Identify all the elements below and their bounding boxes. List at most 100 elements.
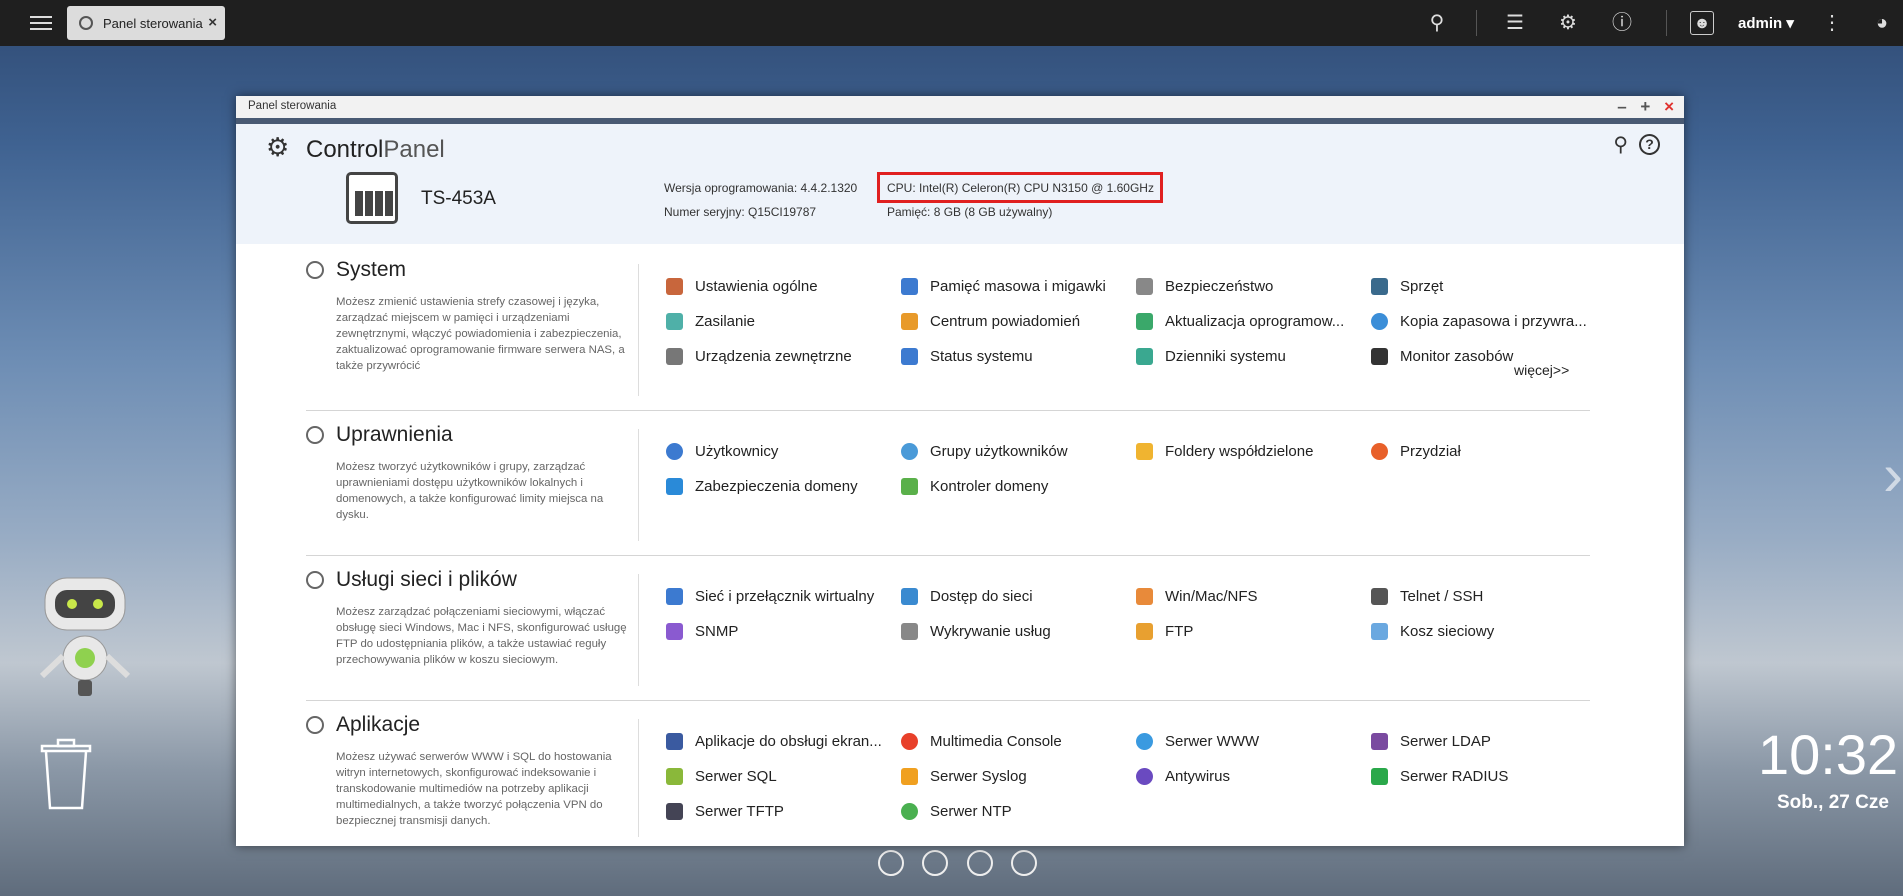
item-ldap-server[interactable]: Serwer LDAP bbox=[1371, 733, 1601, 750]
dashboard-icon[interactable]: ◕ bbox=[1870, 11, 1894, 35]
ldap-icon bbox=[1371, 733, 1388, 750]
section-network-file-services: Usługi sieci i plików Możesz zarządzać p… bbox=[306, 556, 1590, 701]
control-panel-body: System Możesz zmienić ustawienia strefy … bbox=[306, 246, 1590, 846]
item-external-devices[interactable]: Urządzenia zewnętrzne bbox=[666, 348, 896, 365]
more-options-icon[interactable]: ⋮ bbox=[1820, 11, 1844, 35]
section-description: Możesz zarządzać połączeniami sieciowymi… bbox=[336, 606, 627, 666]
background-tasks-icon[interactable]: ☰ bbox=[1503, 11, 1527, 35]
section-applications: Aplikacje Możesz używać serwerów WWW i S… bbox=[306, 701, 1590, 846]
item-security[interactable]: Bezpieczeństwo bbox=[1136, 278, 1366, 295]
item-network-recycle-bin[interactable]: Kosz sieciowy bbox=[1371, 623, 1601, 640]
section-title: System bbox=[336, 258, 407, 281]
task-tab-control-panel[interactable]: Panel sterowania × bbox=[67, 6, 225, 40]
close-icon[interactable]: × bbox=[208, 14, 217, 31]
more-link[interactable]: więcej>> bbox=[1514, 362, 1569, 378]
quota-pie-icon bbox=[1371, 443, 1388, 460]
clock-icon bbox=[901, 803, 918, 820]
monitor-icon bbox=[901, 348, 918, 365]
divider bbox=[638, 264, 639, 396]
item-win-mac-nfs[interactable]: Win/Mac/NFS bbox=[1136, 588, 1366, 605]
group-icon bbox=[901, 443, 918, 460]
section-privileges: Uprawnienia Możesz tworzyć użytkowników … bbox=[306, 411, 1590, 556]
folder-icon bbox=[1136, 443, 1153, 460]
main-menu-icon[interactable] bbox=[28, 12, 54, 34]
window-titlebar[interactable]: Panel sterowania – + × bbox=[236, 96, 1684, 118]
item-domain-security[interactable]: Zabezpieczenia domeny bbox=[666, 478, 896, 495]
item-service-discovery[interactable]: Wykrywanie usług bbox=[901, 623, 1131, 640]
item-telnet-ssh[interactable]: Telnet / SSH bbox=[1371, 588, 1601, 605]
item-user-groups[interactable]: Grupy użytkowników bbox=[901, 443, 1131, 460]
apps-icon bbox=[306, 716, 324, 734]
item-domain-controller[interactable]: Kontroler domeny bbox=[901, 478, 1131, 495]
help-icon[interactable]: ? bbox=[1639, 134, 1660, 155]
mail-icon bbox=[901, 768, 918, 785]
section-title: Aplikacje bbox=[336, 713, 421, 736]
item-storage-snapshots[interactable]: Pamięć masowa i migawki bbox=[901, 278, 1131, 295]
item-shared-folders[interactable]: Foldery współdzielone bbox=[1136, 443, 1366, 460]
item-network-virtual-switch[interactable]: Sieć i przełącznik wirtualny bbox=[666, 588, 896, 605]
control-panel-window: Panel sterowania – + × ⚙ ControlPanel ⚲ … bbox=[236, 96, 1684, 846]
item-notification-center[interactable]: Centrum powiadomień bbox=[901, 313, 1131, 330]
trash-bin-icon[interactable] bbox=[38, 738, 94, 812]
item-network-access[interactable]: Dostęp do sieci bbox=[901, 588, 1131, 605]
minimize-icon[interactable]: – bbox=[1617, 97, 1626, 116]
item-display-apps[interactable]: Aplikacje do obsługi ekran... bbox=[666, 733, 896, 750]
tools-icon[interactable] bbox=[922, 850, 949, 876]
app-center-icon[interactable] bbox=[966, 850, 993, 876]
item-syslog-server[interactable]: Serwer Syslog bbox=[901, 768, 1131, 785]
item-system-logs[interactable]: Dzienniki systemu bbox=[1136, 348, 1366, 365]
user-menu[interactable]: admin ▾ bbox=[1738, 14, 1794, 32]
myqnapcloud-icon[interactable] bbox=[878, 850, 904, 876]
database-icon bbox=[666, 768, 683, 785]
network-access-icon bbox=[901, 588, 918, 605]
cpu-highlight-box bbox=[877, 172, 1163, 203]
qnap-assistant-robot-icon[interactable] bbox=[30, 576, 140, 706]
serial-info: Numer seryjny: Q15CI19787 bbox=[664, 205, 817, 219]
item-quota[interactable]: Przydział bbox=[1371, 443, 1601, 460]
maximize-icon[interactable]: + bbox=[1640, 97, 1650, 116]
external-device-icon bbox=[666, 348, 683, 365]
nas-device-icon bbox=[346, 172, 398, 224]
item-ftp[interactable]: FTP bbox=[1136, 623, 1366, 640]
user-avatar-icon[interactable]: ☻ bbox=[1690, 11, 1714, 35]
divider bbox=[1476, 10, 1477, 36]
item-antivirus[interactable]: Antywirus bbox=[1136, 768, 1366, 785]
firmware-info: Wersja oprogramowania: 4.4.2.1320 bbox=[664, 181, 858, 195]
discovery-icon bbox=[901, 623, 918, 640]
taskbar: Panel sterowania × ⚲ ☰ ⚙ ⓘ ☻ admin ▾ ⋮ ◕ bbox=[0, 0, 1903, 46]
notes-icon[interactable] bbox=[1011, 850, 1038, 876]
bar-chart-icon bbox=[666, 623, 683, 640]
section-title: Uprawnienia bbox=[336, 423, 453, 446]
antivirus-icon bbox=[1136, 768, 1153, 785]
search-icon[interactable]: ⚲ bbox=[1613, 132, 1628, 157]
update-icon bbox=[1136, 313, 1153, 330]
lock-icon bbox=[1136, 278, 1153, 295]
item-multimedia-console[interactable]: Multimedia Console bbox=[901, 733, 1131, 750]
close-icon[interactable]: × bbox=[1664, 97, 1674, 116]
user-icon bbox=[666, 443, 683, 460]
bulb-icon bbox=[666, 313, 683, 330]
item-general-settings[interactable]: Ustawienia ogólne bbox=[666, 278, 896, 295]
item-system-status[interactable]: Status systemu bbox=[901, 348, 1131, 365]
info-icon[interactable]: ⓘ bbox=[1610, 11, 1634, 35]
globe-icon bbox=[306, 571, 324, 589]
item-firmware-update[interactable]: Aktualizacja oprogramow... bbox=[1136, 313, 1366, 330]
item-tftp-server[interactable]: Serwer TFTP bbox=[666, 803, 896, 820]
item-ntp-server[interactable]: Serwer NTP bbox=[901, 803, 1131, 820]
item-users[interactable]: Użytkownicy bbox=[666, 443, 896, 460]
item-hardware[interactable]: Sprzęt bbox=[1371, 278, 1601, 295]
item-power[interactable]: Zasilanie bbox=[666, 313, 896, 330]
display-icon bbox=[666, 733, 683, 750]
gear-icon bbox=[306, 261, 324, 279]
item-backup-restore[interactable]: Kopia zapasowa i przywra... bbox=[1371, 313, 1601, 330]
external-device-icon[interactable]: ⚙ bbox=[1556, 11, 1580, 35]
search-icon[interactable]: ⚲ bbox=[1425, 11, 1449, 35]
section-description: Możesz tworzyć użytkowników i grupy, zar… bbox=[336, 461, 604, 521]
domain-security-icon bbox=[666, 478, 683, 495]
item-snmp[interactable]: SNMP bbox=[666, 623, 896, 640]
item-radius-server[interactable]: Serwer RADIUS bbox=[1371, 768, 1601, 785]
chevron-right-icon[interactable]: › bbox=[1883, 440, 1903, 509]
divider bbox=[1666, 10, 1667, 36]
item-sql-server[interactable]: Serwer SQL bbox=[666, 768, 896, 785]
item-web-server[interactable]: Serwer WWW bbox=[1136, 733, 1366, 750]
